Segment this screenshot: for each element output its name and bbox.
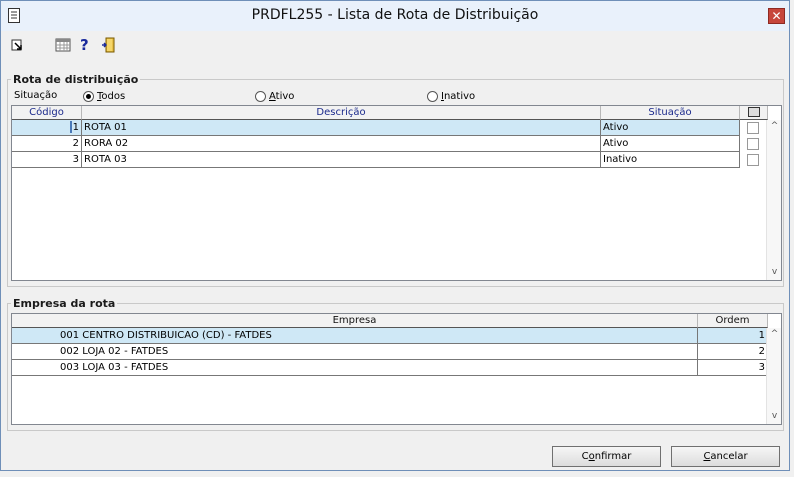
row-checkbox[interactable] [747, 122, 759, 134]
cell-descricao[interactable]: ROTA 01 [82, 120, 601, 136]
close-icon: ✕ [771, 9, 782, 23]
cell-situacao[interactable]: Ativo [601, 136, 740, 152]
cancelar-button[interactable]: Cancelar [671, 446, 780, 467]
scroll-up-icon[interactable]: ^ [770, 122, 779, 131]
confirmar-button[interactable]: Confirmar [552, 446, 661, 467]
door-exit-icon[interactable] [101, 37, 117, 53]
main-window: PRDFL255 - Lista de Rota de Distribuição… [0, 0, 790, 471]
empresa-scrollbar[interactable]: ^ v [766, 328, 781, 424]
col-header-codigo[interactable]: Código [12, 106, 82, 120]
cell-empresa[interactable]: 002 LOJA 02 - FATDES [12, 344, 698, 360]
col-header-select-all[interactable] [740, 106, 768, 120]
row-checkbox[interactable] [747, 138, 759, 150]
cell-codigo[interactable]: 1 [12, 120, 82, 136]
radio-todos-label[interactable]: Todos [97, 91, 125, 102]
empresa-grid[interactable]: Empresa Ordem 001 CENTRO DISTRIBUICAO (C… [11, 313, 782, 425]
radio-ativo-label[interactable]: Ativo [269, 91, 294, 102]
title-bar: PRDFL255 - Lista de Rota de Distribuição… [1, 1, 789, 31]
cell-codigo[interactable]: 2 [12, 136, 82, 152]
col-header-ordem[interactable]: Ordem [698, 314, 768, 328]
radio-ativo[interactable] [255, 91, 266, 102]
rota-scrollbar[interactable]: ^ v [766, 120, 781, 280]
col-header-empresa[interactable]: Empresa [12, 314, 698, 328]
col-header-descricao[interactable]: Descrição [82, 106, 601, 120]
radio-todos[interactable] [83, 91, 94, 102]
toolbar: ? [1, 32, 789, 58]
cell-descricao[interactable]: ROTA 03 [82, 152, 601, 168]
rota-group-title: Rota de distribuição [13, 73, 139, 86]
exit-arrow-icon[interactable] [10, 37, 26, 53]
col-header-situacao[interactable]: Situação [601, 106, 740, 120]
rota-grid[interactable]: Código Descrição Situação 1 ROTA 01 Ativ… [11, 105, 782, 281]
cell-ordem[interactable]: 2 [698, 344, 768, 360]
cell-situacao[interactable]: Inativo [601, 152, 740, 168]
row-checkbox[interactable] [747, 154, 759, 166]
calendar-grid-icon[interactable] [55, 37, 71, 53]
cell-descricao[interactable]: RORA 02 [82, 136, 601, 152]
cell-empresa[interactable]: 003 LOJA 03 - FATDES [12, 360, 698, 376]
radio-inativo-label[interactable]: Inativo [441, 91, 475, 102]
select-all-icon[interactable] [747, 107, 760, 117]
situacao-label: Situação [14, 90, 58, 101]
cell-ordem[interactable]: 1 [698, 328, 768, 344]
cell-situacao[interactable]: Ativo [601, 120, 740, 136]
radio-inativo[interactable] [427, 91, 438, 102]
window-title: PRDFL255 - Lista de Rota de Distribuição [251, 7, 539, 23]
empresa-group-title: Empresa da rota [13, 297, 116, 310]
scroll-up-icon[interactable]: ^ [770, 330, 779, 339]
cell-empresa[interactable]: 001 CENTRO DISTRIBUICAO (CD) - FATDES [12, 328, 698, 344]
help-icon[interactable]: ? [80, 36, 89, 54]
close-button[interactable]: ✕ [768, 8, 785, 24]
text-cursor [69, 121, 72, 133]
cell-ordem[interactable]: 3 [698, 360, 768, 376]
cell-codigo[interactable]: 3 [12, 152, 82, 168]
scroll-down-icon[interactable]: v [770, 412, 779, 421]
scroll-down-icon[interactable]: v [770, 268, 779, 277]
